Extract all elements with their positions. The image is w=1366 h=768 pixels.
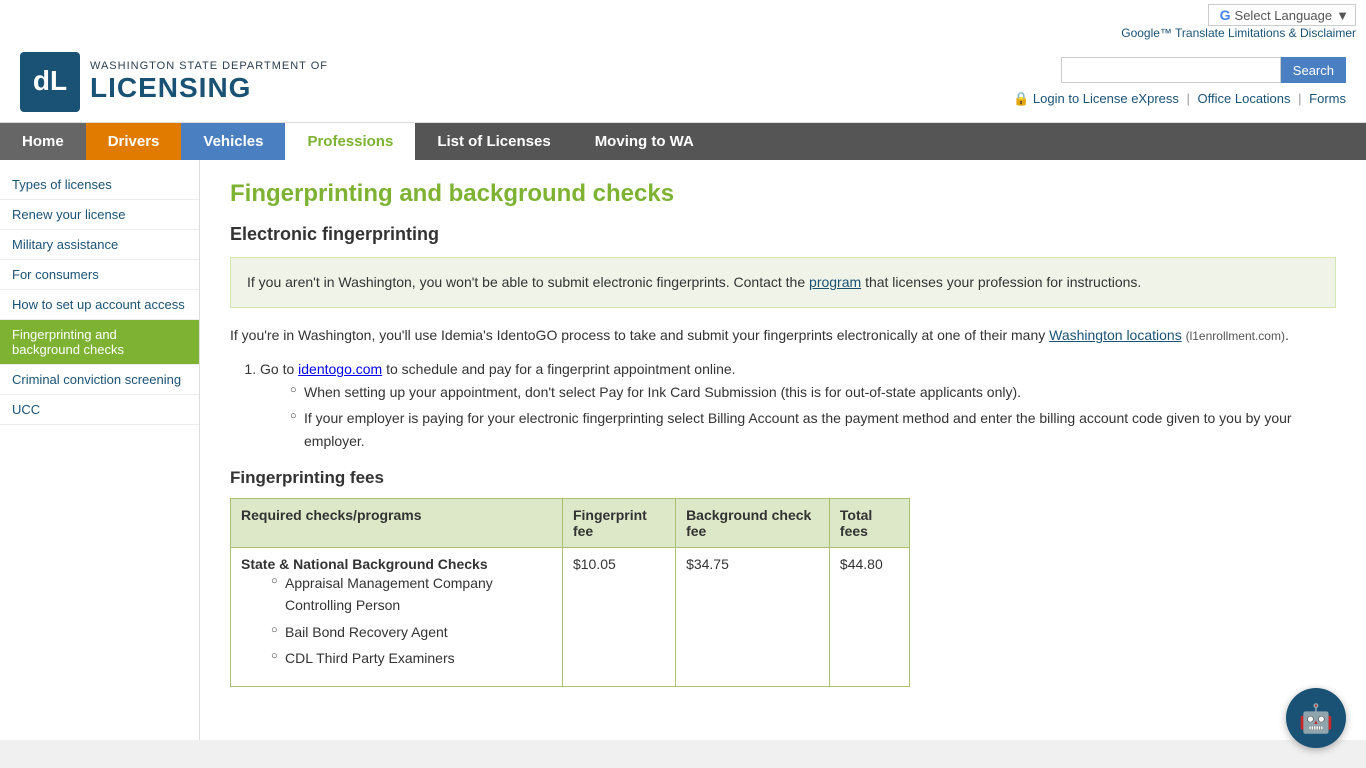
login-link[interactable]: Login to License eXpress	[1033, 91, 1179, 106]
header-links: 🔒 Login to License eXpress | Office Loca…	[1013, 91, 1346, 107]
google-icon: G	[1215, 7, 1231, 23]
main-content: Types of licenses Renew your license Mil…	[0, 160, 1366, 740]
translate-disclaimer-link[interactable]: Google™ Translate Limitations & Disclaim…	[1121, 26, 1356, 40]
logo-icon: dL	[20, 52, 80, 112]
sidebar-item-for-consumers[interactable]: For consumers	[0, 260, 199, 290]
header: dL WASHINGTON STATE DEPARTMENT OF LICENS…	[0, 42, 1366, 123]
col-header-background-fee: Background check fee	[676, 498, 830, 547]
info-box-suffix: that licenses your profession for instru…	[865, 274, 1141, 290]
col-header-total-fees: Total fees	[829, 498, 909, 547]
office-locations-link[interactable]: Office Locations	[1198, 91, 1291, 106]
table-row: State & National Background Checks Appra…	[231, 547, 910, 686]
search-area: Search	[1061, 57, 1346, 83]
logo-licensing: LICENSING	[90, 72, 328, 104]
select-language-label: Select Language	[1235, 8, 1333, 23]
total-fee-cell: $44.80	[829, 547, 909, 686]
sidebar-item-ucc[interactable]: UCC	[0, 395, 199, 425]
lock-icon: 🔒	[1013, 91, 1029, 106]
program-bullet-1: Appraisal Management Company Controlling…	[271, 572, 552, 617]
top-bar: G Select Language ▼ Google™ Translate Li…	[0, 0, 1366, 42]
nav-home[interactable]: Home	[0, 123, 86, 160]
col-header-programs: Required checks/programs	[231, 498, 563, 547]
sidebar-item-military-assistance[interactable]: Military assistance	[0, 230, 199, 260]
program-link[interactable]: program	[809, 274, 861, 290]
sidebar-item-criminal-conviction[interactable]: Criminal conviction screening	[0, 365, 199, 395]
nav-moving-to-wa[interactable]: Moving to WA	[573, 123, 716, 160]
nav-vehicles[interactable]: Vehicles	[181, 123, 285, 160]
logo-area: dL WASHINGTON STATE DEPARTMENT OF LICENS…	[20, 52, 328, 112]
select-language-widget[interactable]: G Select Language ▼	[1208, 4, 1356, 26]
sidebar-item-renew-license[interactable]: Renew your license	[0, 200, 199, 230]
logo-dept: WASHINGTON STATE DEPARTMENT OF	[90, 60, 328, 72]
sidebar: Types of licenses Renew your license Mil…	[0, 160, 200, 740]
robot-icon: 🤖	[1299, 702, 1334, 735]
background-fee-cell: $34.75	[676, 547, 830, 686]
electronic-fingerprinting-heading: Electronic fingerprinting	[230, 224, 1336, 245]
nav-list-of-licenses[interactable]: List of Licenses	[415, 123, 572, 160]
fees-table: Required checks/programs Fingerprint fee…	[230, 498, 910, 687]
col-header-fingerprint-fee: Fingerprint fee	[562, 498, 675, 547]
para1: If you're in Washington, you'll use Idem…	[230, 324, 1336, 346]
logo-text-area: WASHINGTON STATE DEPARTMENT OF LICENSING	[90, 60, 328, 104]
page-title: Fingerprinting and background checks	[230, 180, 1336, 208]
identogo-link[interactable]: identogo.com	[298, 361, 382, 377]
sidebar-item-types-of-licenses[interactable]: Types of licenses	[0, 170, 199, 200]
header-right: Search 🔒 Login to License eXpress | Offi…	[1013, 57, 1346, 107]
search-input[interactable]	[1061, 57, 1281, 83]
main-nav: Home Drivers Vehicles Professions List o…	[0, 123, 1366, 160]
search-button[interactable]: Search	[1281, 57, 1346, 83]
info-box: If you aren't in Washington, you won't b…	[230, 257, 1336, 308]
page-content: Fingerprinting and background checks Ele…	[200, 160, 1366, 740]
fingerprint-fee-cell: $10.05	[562, 547, 675, 686]
forms-link[interactable]: Forms	[1309, 91, 1346, 106]
bullet-2: If your employer is paying for your elec…	[290, 407, 1336, 452]
chat-robot-widget[interactable]: 🤖	[1286, 688, 1346, 748]
fees-heading: Fingerprinting fees	[230, 468, 1336, 488]
info-box-text: If you aren't in Washington, you won't b…	[247, 274, 809, 290]
program-bullet-3: CDL Third Party Examiners	[271, 647, 552, 669]
nav-professions[interactable]: Professions	[285, 123, 415, 160]
steps-list: Go to identogo.com to schedule and pay f…	[260, 358, 1336, 452]
washington-locations-link[interactable]: Washington locations	[1049, 327, 1182, 343]
nav-drivers[interactable]: Drivers	[86, 123, 182, 160]
program-bullet-2: Bail Bond Recovery Agent	[271, 621, 552, 643]
sidebar-item-fingerprinting[interactable]: Fingerprinting and background checks	[0, 320, 199, 365]
svg-text:dL: dL	[33, 65, 67, 96]
bullet-1: When setting up your appointment, don't …	[290, 381, 1336, 403]
dropdown-arrow-icon: ▼	[1336, 8, 1349, 23]
sub-bullets: When setting up your appointment, don't …	[290, 381, 1336, 452]
program-cell: State & National Background Checks Appra…	[231, 547, 563, 686]
sidebar-item-account-access[interactable]: How to set up account access	[0, 290, 199, 320]
step-1: Go to identogo.com to schedule and pay f…	[260, 358, 1336, 452]
